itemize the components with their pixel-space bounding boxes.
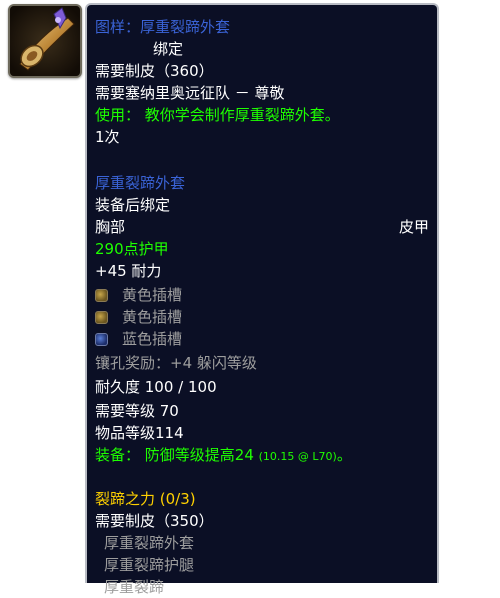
socket-bonus: 镶孔奖励：+4 躲闪等级: [95, 354, 257, 372]
equip-detail: (10.15 @ L70): [258, 450, 337, 463]
equip-suffix: 。: [336, 446, 352, 464]
bind-text: 绑定: [153, 40, 184, 58]
binding-text: 装备后绑定: [95, 196, 171, 214]
item-tooltip: 图样：厚重裂蹄外套 绑定 需要制皮（360） 需要塞纳里奥远征队 － 尊敬 使用…: [85, 3, 439, 596]
socket-slot-2: 黄色插槽: [95, 306, 182, 328]
required-level: 需要等级 70: [95, 402, 179, 420]
set-item: 厚重裂蹄: [104, 578, 165, 596]
yellow-socket-icon: [95, 311, 108, 324]
use-effect: 使用： 教你学会制作厚重裂蹄外套。: [95, 106, 340, 124]
set-item: 厚重裂蹄外套: [104, 534, 195, 552]
set-requirement: 需要制皮（350）: [95, 512, 214, 530]
item-level: 物品等级114: [95, 424, 184, 442]
armor-value: 290点护甲: [95, 240, 169, 258]
equip-prefix: 装备：: [95, 446, 141, 464]
item-name: 厚重裂蹄外套: [95, 174, 186, 192]
recipe-title: 图样：厚重裂蹄外套: [95, 18, 231, 36]
socket-slot-3: 蓝色插槽: [95, 328, 182, 350]
required-faction: 需要塞纳里奥远征队 － 尊敬: [95, 84, 285, 102]
set-item: 厚重裂蹄护腿: [104, 556, 195, 574]
socket-slot-1: 黄色插槽: [95, 284, 182, 306]
socket-label: 黄色插槽: [122, 286, 183, 304]
durability: 耐久度 100 / 100: [95, 378, 217, 396]
equip-effect-text: 防御等级提高24: [140, 446, 259, 464]
armor-type: 皮甲: [398, 218, 429, 236]
required-skill: 需要制皮（360）: [95, 62, 214, 80]
yellow-socket-icon: [95, 289, 108, 302]
socket-label: 蓝色插槽: [122, 330, 183, 348]
equip-effect: 装备： 防御等级提高24 (10.15 @ L70)。: [95, 444, 352, 466]
stat-stamina: +45 耐力: [95, 262, 162, 280]
equip-slot: 胸部: [95, 218, 126, 236]
charges: 1次: [95, 128, 120, 146]
set-name: 裂蹄之力 (0/3): [95, 490, 196, 508]
recipe-scroll-icon[interactable]: [8, 4, 82, 78]
blue-socket-icon: [95, 333, 108, 346]
socket-label: 黄色插槽: [122, 308, 183, 326]
